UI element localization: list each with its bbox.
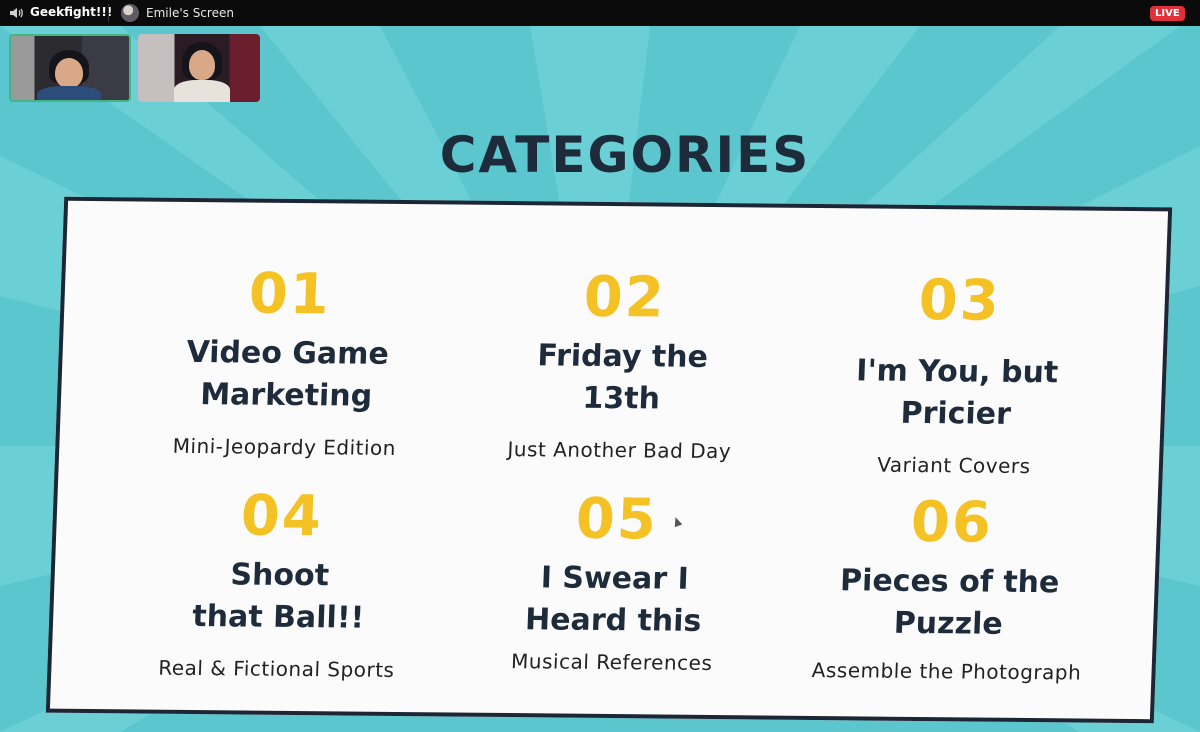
category-card: 05 I Swear I Heard this Musical Referenc… [446,487,783,676]
category-name-line: I'm You, but [855,353,1059,391]
category-name-line: Video Game [185,334,390,372]
category-name-line: that Ball!! [191,599,365,636]
slide-title: CATEGORIES [439,126,811,184]
webcam-participant-2[interactable] [138,34,260,102]
category-name: Friday the 13th [455,335,788,422]
category-name-line: Marketing [199,377,373,414]
category-name: I'm You, but Pricier [790,350,1123,437]
category-name-line: Shoot [229,557,330,594]
category-name-line: Heard this [524,602,703,639]
category-name: Video Game Marketing [120,331,453,418]
category-name-line: I Swear I [540,560,690,597]
category-name-line: Pricier [899,395,1012,432]
category-card: 02 Friday the 13th Just Another Bad Day [454,265,791,464]
divider [108,4,109,22]
category-subtitle: Assemble the Photograph [811,657,1082,685]
webcam-participant-1[interactable] [9,34,131,102]
category-card: 03 I'm You, but Pricier Variant Covers [788,268,1125,479]
shared-screen: CATEGORIES 01 Video Game Marketing Mini-… [0,26,1200,732]
category-name-line: 13th [581,380,661,417]
screen-share-title: Emile's Screen [146,6,234,20]
participant-body [174,80,230,102]
category-name-line: Friday the [536,338,709,375]
category-card: 06 Pieces of the Puzzle Assemble the Pho… [781,490,1118,685]
category-card: 01 Video Game Marketing Mini-Jeopardy Ed… [119,261,456,460]
category-subtitle: Variant Covers [876,452,1031,479]
channel-name: Geekfight!!! [30,5,113,19]
category-name-line: Pieces of the [839,563,1060,601]
categories-board: 01 Video Game Marketing Mini-Jeopardy Ed… [45,196,1173,724]
speaker-icon[interactable] [8,5,24,21]
participant-body [37,86,101,100]
live-badge: LIVE [1150,6,1185,21]
category-subtitle: Just Another Bad Day [507,437,732,464]
category-subtitle: Real & Fictional Sports [157,655,395,682]
category-card: 04 Shoot that Ball!! Real & Fictional Sp… [111,483,448,682]
category-subtitle: Musical References [510,649,713,675]
stream-top-bar: Geekfight!!! Emile's Screen LIVE [0,0,1200,26]
category-name: Shoot that Ball!! [113,553,446,640]
category-subtitle: Mini-Jeopardy Edition [172,433,397,460]
category-number: 06 [909,489,994,556]
category-number: 01 [247,261,332,328]
category-number: 03 [917,267,1002,334]
user-avatar[interactable] [121,4,139,22]
category-number: 02 [582,264,667,331]
category-number: 05 [574,486,660,553]
participant-face [189,50,215,80]
category-name-line: Puzzle [893,605,1004,642]
participant-face [55,58,83,88]
category-number: 04 [239,483,325,550]
category-name: Pieces of the Puzzle [782,560,1115,647]
category-name: I Swear I Heard this [447,556,780,643]
